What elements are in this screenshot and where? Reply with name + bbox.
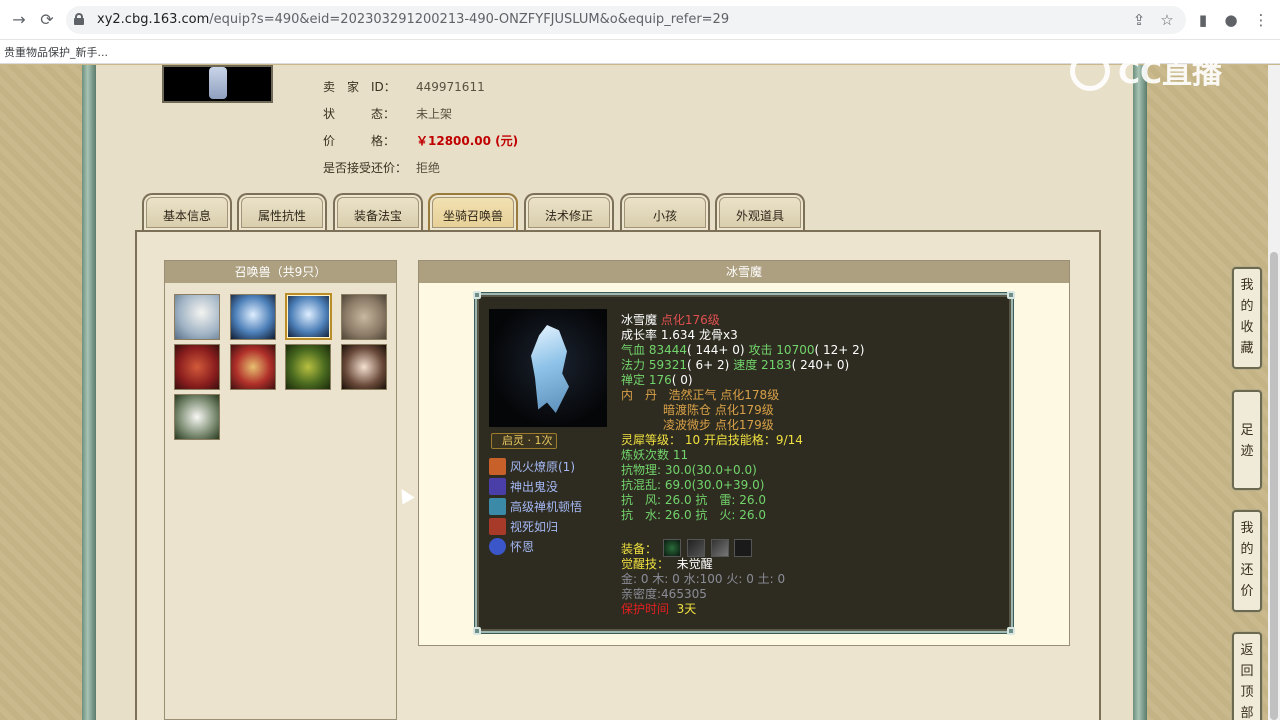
equip-slot-2-icon[interactable] bbox=[686, 539, 705, 557]
tab-child[interactable]: 小孩 bbox=[620, 193, 710, 230]
pet-thumb-ice-demon[interactable] bbox=[230, 294, 276, 340]
cc-logo-icon bbox=[1070, 51, 1110, 91]
equip-slot-4-icon[interactable] bbox=[734, 539, 753, 557]
skill-item[interactable]: 神出鬼没 bbox=[489, 478, 558, 496]
res-wind-thunder-line: 抗 风: 26.0 抗 雷: 26.0 bbox=[621, 493, 766, 507]
pet-thumb-lady[interactable] bbox=[341, 344, 387, 390]
my-offers-button[interactable]: 我的还价 bbox=[1232, 510, 1262, 612]
zen-skill-icon bbox=[489, 498, 506, 515]
elements-line: 金: 0 木: 0 水:100 火: 0 土: 0 bbox=[621, 572, 786, 586]
zen-line: 禅定 176( 0) bbox=[621, 373, 693, 387]
spirit-line: 灵犀等级： 10 开启技能格：9/14 bbox=[621, 433, 803, 447]
pet-thumb-lion-dancer[interactable] bbox=[230, 344, 276, 390]
status-row: 状 态： 未上架 bbox=[323, 107, 453, 121]
equip-line: 装备： bbox=[621, 539, 753, 557]
star-icon[interactable]: ☆ bbox=[1156, 9, 1178, 31]
frame-left bbox=[82, 65, 96, 720]
neidan-line-1: 内 丹 浩然正气 点化178级 bbox=[621, 388, 780, 402]
back-to-top-button[interactable]: 返回顶部 bbox=[1232, 632, 1262, 720]
seller-id-row: 卖 家 ID： 449971611 bbox=[323, 80, 485, 94]
counter-offer-row: 是否接受还价： 拒绝 bbox=[323, 161, 441, 175]
menu-icon[interactable]: ⋮ bbox=[1250, 9, 1272, 31]
cc-live-watermark: CC直播 bbox=[1070, 48, 1222, 92]
scrollbar-thumb[interactable] bbox=[1270, 252, 1278, 720]
res-phys-line: 抗物理: 30.0(30.0+0.0) bbox=[621, 463, 757, 477]
price-row: 价 格： ￥12800.00 (元) bbox=[323, 134, 519, 148]
tab-basic-info[interactable]: 基本信息 bbox=[142, 193, 232, 230]
bookmark-item[interactable]: 贵重物品保护_新手... bbox=[4, 44, 108, 60]
card-corner bbox=[473, 627, 481, 635]
intimacy-line: 亲密度:465305 bbox=[621, 587, 707, 601]
skill-item[interactable]: 怀恩 bbox=[489, 538, 534, 556]
neidan-line-2: 暗渡陈仓 点化179级 bbox=[663, 403, 774, 417]
tab-attributes[interactable]: 属性抗性 bbox=[237, 193, 327, 230]
pet-thumb-eagle[interactable] bbox=[174, 294, 220, 340]
res-water-fire-line: 抗 水: 26.0 抗 火: 26.0 bbox=[621, 508, 766, 522]
card-corner bbox=[1007, 291, 1015, 299]
equip-slot-1-icon[interactable] bbox=[662, 539, 681, 557]
reload-icon[interactable]: ⟳ bbox=[36, 9, 58, 31]
qiling-badge: 启灵 · 1次 bbox=[491, 433, 557, 449]
pet-portrait bbox=[489, 309, 607, 427]
ice-demon-image bbox=[531, 325, 569, 413]
skill-item[interactable]: 视死如归 bbox=[489, 518, 558, 536]
profile-icon[interactable]: ● bbox=[1220, 9, 1242, 31]
address-bar[interactable]: xy2.cbg.163.com/equip?s=490&eid=20230329… bbox=[66, 6, 1186, 34]
card-corner bbox=[473, 291, 481, 299]
sidepanel-icon[interactable]: ▮ bbox=[1192, 9, 1214, 31]
eye-skill-icon bbox=[489, 538, 506, 555]
pet-thumb-red-demon[interactable] bbox=[174, 344, 220, 390]
fearless-skill-icon bbox=[489, 518, 506, 535]
awaken-line: 觉醒技： 未觉醒 bbox=[621, 557, 713, 571]
browser-toolbar: → ⟳ xy2.cbg.163.com/equip?s=490&eid=2023… bbox=[0, 0, 1280, 40]
lock-icon bbox=[74, 13, 84, 25]
growth-line: 成长率 1.634 龙骨x3 bbox=[621, 328, 738, 342]
res-chaos-line: 抗混乱: 69.0(30.0+39.0) bbox=[621, 478, 765, 492]
pet-thumb-rabbit[interactable] bbox=[341, 294, 387, 340]
fire-skill-icon bbox=[489, 458, 506, 475]
refine-line: 炼妖次数 11 bbox=[621, 448, 689, 462]
protect-line: 保护时间 3天 bbox=[621, 602, 697, 616]
pet-name-line: 冰雪魔 点化176级 bbox=[621, 313, 720, 327]
pet-thumb-ice-demon-selected[interactable] bbox=[285, 293, 332, 340]
ghost-skill-icon bbox=[489, 478, 506, 495]
card-corner bbox=[1007, 627, 1015, 635]
tab-spell-mods[interactable]: 法术修正 bbox=[524, 193, 614, 230]
share-icon[interactable]: ⇪ bbox=[1128, 9, 1150, 31]
mp-spd-line: 法力 59321( 6+ 2) 速度 2183( 240+ 0) bbox=[621, 358, 850, 372]
tab-mounts-pets[interactable]: 坐骑召唤兽 bbox=[428, 193, 518, 230]
pet-detail-title: 冰雪魔 bbox=[419, 261, 1069, 283]
frame-right bbox=[1133, 65, 1147, 720]
pet-detail-card: 启灵 · 1次 风火燎原(1) 神出鬼没 高级禅机顿悟 视死如归 怀恩 冰雪魔 … bbox=[473, 291, 1015, 635]
character-thumbnail[interactable] bbox=[162, 65, 273, 103]
url-text: xy2.cbg.163.com/equip?s=490&eid=20230329… bbox=[97, 12, 730, 27]
skill-item[interactable]: 风火燎原(1) bbox=[489, 458, 575, 476]
neidan-line-3: 凌波微步 点化179级 bbox=[663, 418, 774, 432]
pet-thumb-panda[interactable] bbox=[174, 394, 220, 440]
tab-appearance[interactable]: 外观道具 bbox=[715, 193, 805, 230]
skill-item[interactable]: 高级禅机顿悟 bbox=[489, 498, 582, 516]
tab-equipment[interactable]: 装备法宝 bbox=[333, 193, 423, 230]
back-arrow-icon[interactable]: → bbox=[8, 9, 30, 31]
hp-atk-line: 气血 83444( 144+ 0) 攻击 10700( 12+ 2) bbox=[621, 343, 865, 357]
my-favorites-button[interactable]: 我的收藏 bbox=[1232, 267, 1262, 369]
equip-slot-3-icon[interactable] bbox=[710, 539, 729, 557]
history-button[interactable]: 足迹 bbox=[1232, 390, 1262, 490]
pet-list-title: 召唤兽（共9只） bbox=[165, 261, 396, 283]
pet-thumb-green-ogre[interactable] bbox=[285, 344, 331, 390]
